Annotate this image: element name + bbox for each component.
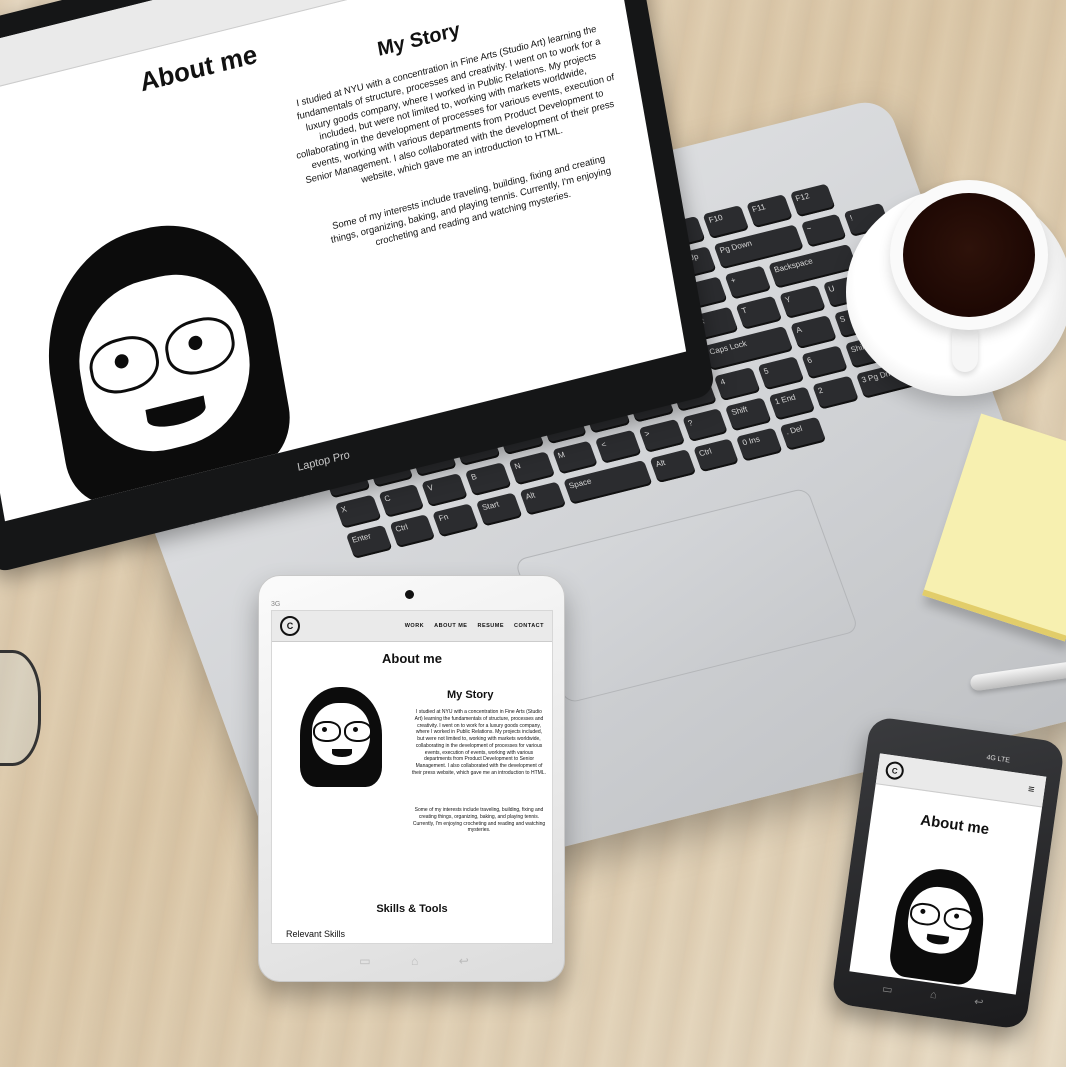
key[interactable]: Ctrl — [692, 438, 740, 473]
tablet-nav-about-me[interactable]: ABOUT ME — [434, 623, 467, 629]
key[interactable]: > — [638, 418, 685, 453]
key[interactable]: Shift — [725, 397, 772, 432]
key[interactable]: 6 — [800, 345, 848, 380]
tablet-menu-icon[interactable]: ▭ — [359, 954, 370, 968]
hamburger-menu-icon[interactable]: ≡ — [1027, 783, 1035, 796]
phone-page-title: About me — [919, 811, 991, 839]
key[interactable]: Alt — [649, 449, 696, 484]
key[interactable]: N — [508, 451, 555, 486]
phone-menu-icon[interactable]: ▭ — [881, 982, 893, 996]
phone-back-icon[interactable]: ↩ — [973, 995, 984, 1009]
phone-home-icon[interactable]: ⌂ — [929, 989, 937, 1003]
key[interactable]: V — [421, 473, 469, 507]
key[interactable]: Ctrl — [389, 514, 436, 548]
tablet-nav-resume[interactable]: RESUME — [477, 623, 504, 629]
key[interactable]: 1 End — [768, 386, 816, 421]
eyeglasses — [0, 650, 41, 766]
phone-navbar: C ≡ — [875, 753, 1047, 808]
tablet-nav-work[interactable]: WORK — [405, 623, 424, 629]
key[interactable]: X — [334, 494, 382, 529]
key[interactable]: + — [724, 265, 772, 300]
tablet-page-title: About me — [382, 651, 442, 666]
key[interactable]: Alt — [519, 481, 566, 516]
key[interactable]: B — [464, 462, 512, 497]
tablet-avatar — [300, 687, 382, 787]
key[interactable]: F11 — [745, 194, 793, 229]
tablet-skills-title: Skills & Tools — [376, 903, 448, 915]
laptop-brand: Laptop Pro — [296, 449, 351, 474]
key[interactable]: A — [789, 315, 837, 350]
tablet-navbar: C WORK ABOUT ME RESUME CONTACT — [272, 611, 552, 642]
tablet-logo-icon[interactable]: C — [280, 616, 300, 636]
tablet-skills-subtitle: Relevant Skills — [286, 929, 346, 939]
key[interactable]: F12 — [789, 183, 836, 218]
key[interactable]: Fn — [432, 503, 480, 538]
tablet-story-title: My Story — [447, 689, 494, 701]
tablet-story-paragraph-1: I studied at NYU with a concentration in… — [412, 709, 546, 776]
story-title: My Story — [375, 18, 462, 61]
tablet-camera — [405, 590, 414, 599]
key[interactable]: ~ — [800, 213, 847, 248]
tablet-home-icon[interactable]: ⌂ — [411, 954, 418, 968]
smartphone: 4G LTE C ≡ About me ▭ ⌂ ↩ — [830, 715, 1066, 1031]
key[interactable]: 5 — [757, 356, 805, 391]
touchpad[interactable] — [514, 487, 860, 704]
key[interactable]: Enter — [345, 524, 393, 559]
tablet-back-icon[interactable]: ↩ — [459, 954, 469, 968]
key[interactable]: C — [378, 483, 425, 518]
avatar — [26, 182, 298, 515]
key[interactable]: T — [735, 295, 783, 330]
key[interactable]: 0 Ins — [736, 427, 783, 462]
tablet-status: 3G — [271, 601, 281, 608]
key[interactable]: F10 — [702, 205, 750, 239]
tablet-nav-contact[interactable]: CONTACT — [514, 623, 544, 629]
key[interactable]: ? — [681, 408, 729, 443]
key[interactable]: 2 — [811, 375, 859, 410]
tablet-screen: C WORK ABOUT ME RESUME CONTACT About me … — [271, 610, 553, 944]
key[interactable]: < — [595, 429, 642, 464]
phone-logo-icon[interactable]: C — [884, 760, 905, 781]
phone-avatar — [887, 863, 991, 987]
coffee — [903, 193, 1035, 317]
key[interactable]: Y — [778, 284, 826, 319]
tablet: 3G C WORK ABOUT ME RESUME CONTACT About … — [258, 575, 565, 982]
tablet-nav-buttons: ▭ ⌂ ↩ — [339, 954, 489, 968]
phone-screen: C ≡ About me — [849, 753, 1047, 995]
tablet-story-paragraph-2: Some of my interests include traveling, … — [412, 807, 546, 834]
key[interactable]: . Del — [779, 416, 827, 451]
phone-status: 4G LTE — [985, 754, 1011, 765]
key[interactable]: M — [551, 440, 599, 475]
tablet-nav-links: WORK ABOUT ME RESUME CONTACT — [405, 623, 544, 629]
key[interactable]: 4 — [714, 367, 761, 401]
key[interactable]: Start — [475, 492, 523, 527]
